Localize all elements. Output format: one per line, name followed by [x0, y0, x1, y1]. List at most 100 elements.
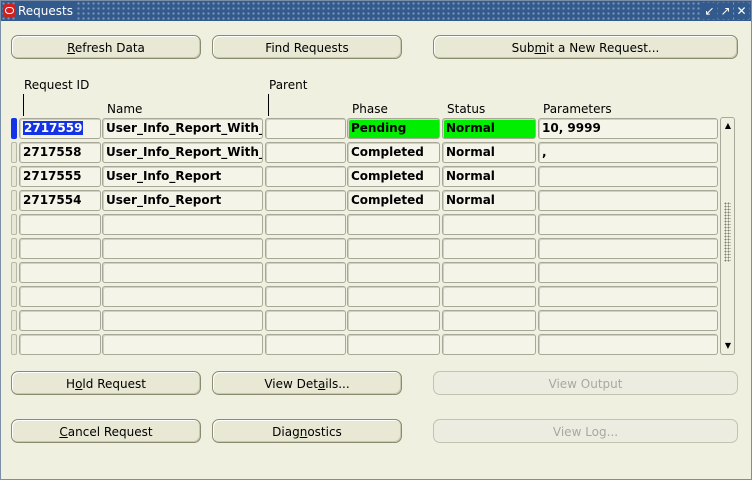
cell-name[interactable]: User_Info_Report — [102, 190, 263, 211]
cell-name[interactable] — [102, 214, 263, 235]
cell-name[interactable] — [102, 238, 263, 259]
cell-request-id[interactable] — [19, 214, 101, 235]
view-log-button[interactable]: View Log... — [433, 419, 738, 443]
view-output-button[interactable]: View Output — [433, 371, 738, 395]
view-details-button[interactable]: View Details... — [212, 371, 402, 395]
cell-status[interactable] — [442, 286, 536, 307]
row-indicator[interactable] — [11, 334, 17, 355]
cell-name[interactable] — [102, 334, 263, 355]
cell-parent[interactable] — [265, 142, 346, 163]
cell-status[interactable] — [442, 334, 536, 355]
cell-parameters[interactable] — [538, 214, 718, 235]
cell-request-id[interactable]: 2717554 — [19, 190, 101, 211]
cancel-mnemonic: C — [59, 425, 68, 439]
cell-status[interactable] — [442, 310, 536, 331]
find-requests-button[interactable]: Find Requests — [212, 35, 402, 59]
cell-parameters[interactable] — [538, 190, 718, 211]
header-status: Status — [447, 102, 486, 116]
cell-phase[interactable]: Completed — [347, 142, 440, 163]
cell-request-id[interactable] — [19, 262, 101, 283]
cell-request-id[interactable] — [19, 334, 101, 355]
cell-request-id[interactable] — [19, 286, 101, 307]
cell-parent[interactable] — [265, 310, 346, 331]
minimize-icon[interactable]: ↙ — [702, 3, 717, 19]
row-indicator[interactable] — [11, 190, 17, 211]
cell-phase[interactable] — [347, 334, 440, 355]
cell-status[interactable]: Normal — [442, 190, 536, 211]
cell-parameters[interactable]: 10, 9999 — [538, 118, 718, 139]
diagnostics-label-pre: Diag — [272, 425, 300, 439]
header-parent: Parent — [269, 78, 308, 92]
cell-name[interactable]: User_Info_Report_With_P — [102, 142, 263, 163]
view-log-label: View Log... — [552, 425, 619, 439]
row-indicator[interactable] — [11, 238, 17, 259]
title-bar[interactable]: Requests ↙ ↗ ✕ — [1, 1, 751, 21]
cell-phase[interactable] — [347, 262, 440, 283]
cell-parent[interactable] — [265, 238, 346, 259]
row-indicator[interactable] — [11, 214, 17, 235]
cell-status[interactable] — [442, 262, 536, 283]
cell-parameters[interactable] — [538, 262, 718, 283]
row-indicator[interactable] — [11, 262, 17, 283]
cell-parameters[interactable] — [538, 238, 718, 259]
cell-status[interactable]: Normal — [442, 166, 536, 187]
cell-name[interactable] — [102, 286, 263, 307]
cell-parameters[interactable] — [538, 334, 718, 355]
hold-label: ld Request — [82, 377, 146, 391]
cell-request-id[interactable] — [19, 310, 101, 331]
cell-status[interactable] — [442, 214, 536, 235]
cell-parent[interactable] — [265, 190, 346, 211]
cell-name[interactable]: User_Info_Report — [102, 166, 263, 187]
scroll-down-icon[interactable]: ▼ — [723, 340, 733, 352]
cell-phase[interactable] — [347, 286, 440, 307]
cell-parent[interactable] — [265, 286, 346, 307]
close-icon[interactable]: ✕ — [734, 3, 749, 19]
cell-parent[interactable] — [265, 214, 346, 235]
scroll-up-icon[interactable]: ▲ — [723, 120, 733, 132]
row-indicator[interactable] — [11, 286, 17, 307]
cell-request-id[interactable]: 2717558 — [19, 142, 101, 163]
cell-parent[interactable] — [265, 262, 346, 283]
cell-status[interactable]: Normal — [442, 142, 536, 163]
cell-phase[interactable] — [347, 214, 440, 235]
cell-parameters[interactable] — [538, 310, 718, 331]
cell-name[interactable] — [102, 310, 263, 331]
row-indicator[interactable] — [11, 166, 17, 187]
cell-status[interactable] — [442, 238, 536, 259]
cell-phase[interactable]: Completed — [347, 166, 440, 187]
oracle-logo-icon — [3, 4, 16, 17]
cell-parent[interactable] — [265, 334, 346, 355]
cell-parent[interactable] — [265, 118, 346, 139]
hold-request-button[interactable]: Hold Request — [11, 371, 201, 395]
cell-phase[interactable]: Completed — [347, 190, 440, 211]
cell-parameters[interactable] — [538, 286, 718, 307]
cell-name[interactable]: User_Info_Report_With_P — [102, 118, 263, 139]
cell-request-id[interactable]: 2717559 — [19, 118, 101, 139]
cell-phase[interactable] — [347, 238, 440, 259]
scrollbar-thumb[interactable] — [724, 202, 731, 262]
cell-request-id[interactable]: 2717555 — [19, 166, 101, 187]
cell-request-id[interactable] — [19, 238, 101, 259]
refresh-data-button[interactable]: Refresh Data — [11, 35, 201, 59]
cell-name[interactable] — [102, 262, 263, 283]
table-scrollbar[interactable]: ▲ ▼ — [720, 117, 735, 355]
cancel-request-button[interactable]: Cancel Request — [11, 419, 201, 443]
view-details-label: ils... — [325, 377, 350, 391]
refresh-data-mnemonic: R — [67, 41, 75, 55]
diagnostics-button[interactable]: Diagnostics — [212, 419, 402, 443]
submit-new-request-button[interactable]: Submit a New Request... — [433, 35, 738, 59]
row-indicator[interactable] — [11, 142, 17, 163]
header-name: Name — [107, 102, 143, 116]
cell-phase[interactable] — [347, 310, 440, 331]
row-indicator-current[interactable] — [11, 118, 17, 139]
row-indicator[interactable] — [11, 310, 17, 331]
cell-status[interactable]: Normal — [442, 118, 536, 139]
submit-label-pre: Sub — [511, 41, 535, 55]
cell-parameters[interactable] — [538, 166, 718, 187]
submit-mnemonic: m — [534, 41, 547, 55]
cell-parameters[interactable]: , — [538, 142, 718, 163]
maximize-icon[interactable]: ↗ — [718, 3, 733, 19]
cell-phase[interactable]: Pending — [347, 118, 440, 139]
header-parameters: Parameters — [543, 102, 612, 116]
cell-parent[interactable] — [265, 166, 346, 187]
